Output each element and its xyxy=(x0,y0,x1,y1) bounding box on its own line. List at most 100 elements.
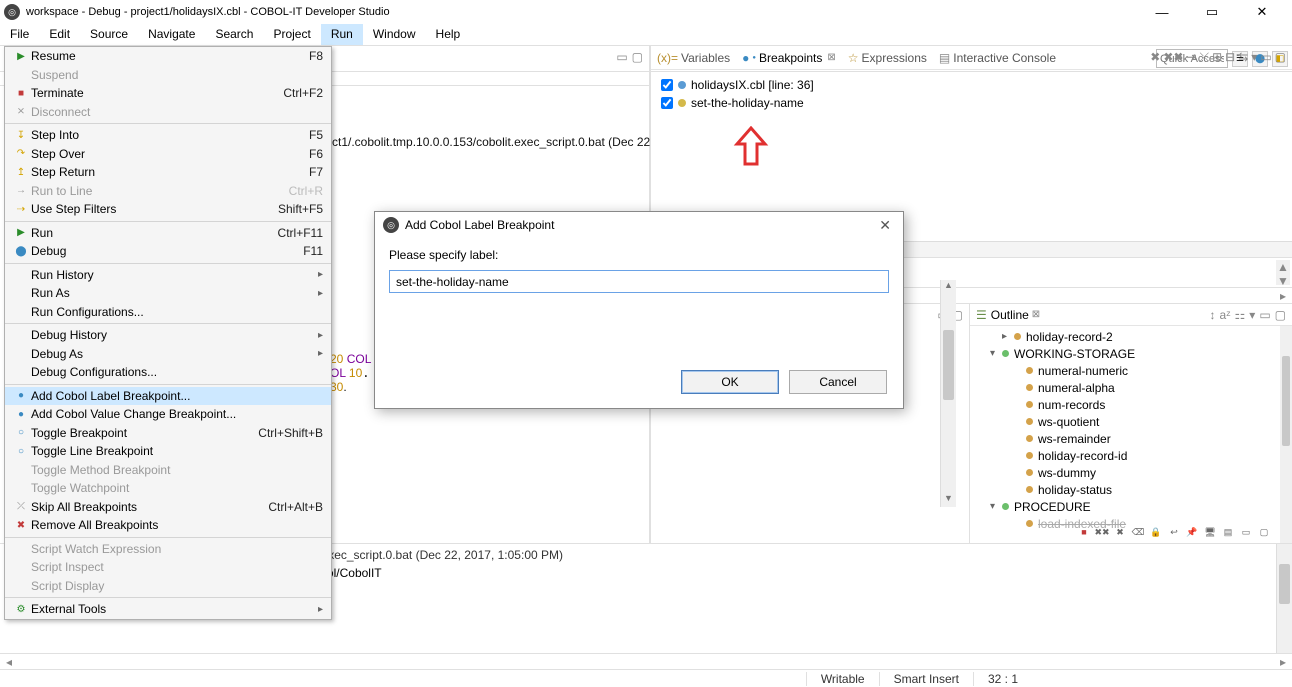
breakpoint-dot-icon xyxy=(678,81,686,89)
bp-skip-icon[interactable]: ⤫ xyxy=(1199,50,1209,65)
breakpoint-item[interactable]: set-the-holiday-name xyxy=(661,94,1282,112)
outline-item[interactable]: ws-remainder xyxy=(970,430,1292,447)
run-menu-item: ⨯Disconnect xyxy=(5,103,331,122)
bp-removeall-icon[interactable]: ✖✖ xyxy=(1163,50,1183,65)
horizontal-scrollbar[interactable]: ◂▸ xyxy=(0,653,1292,669)
outline-item[interactable]: numeral-alpha xyxy=(970,379,1292,396)
console-max-icon[interactable]: ▢ xyxy=(1256,524,1272,540)
console-removeall-icon[interactable]: ✖✖ xyxy=(1094,524,1110,540)
bp-remove-icon[interactable]: ✖ xyxy=(1150,50,1160,65)
breakpoint-label: set-the-holiday-name xyxy=(691,96,804,110)
bp-collapse-icon[interactable]: ⊟ xyxy=(1225,50,1235,65)
tab-breakpoints[interactable]: ●●Breakpoints⊠ xyxy=(742,51,836,65)
run-menu-item[interactable]: Run Configurations... xyxy=(5,303,331,322)
run-menu-item: Toggle Watchpoint xyxy=(5,479,331,498)
dialog-close-button[interactable]: ✕ xyxy=(875,217,895,234)
run-menu-item[interactable]: ⚙External Tools▸ xyxy=(5,600,331,619)
console-clear-icon[interactable]: ⌫ xyxy=(1130,524,1146,540)
console-open-icon[interactable]: ▤ xyxy=(1220,524,1236,540)
console-pin-icon[interactable]: 📌 xyxy=(1184,524,1200,540)
run-menu-item[interactable]: ⬤DebugF11 xyxy=(5,242,331,261)
menu-help[interactable]: Help xyxy=(426,24,471,45)
menu-file[interactable]: File xyxy=(0,24,39,45)
breakpoint-checkbox[interactable] xyxy=(661,79,673,91)
bp-link-icon[interactable]: ⇆ xyxy=(1238,50,1248,65)
console-min-icon[interactable]: ▭ xyxy=(1238,524,1254,540)
console-toolbar: ■ ✖✖ ✖ ⌫ 🔒 ↩ 📌 🖥 ▤ ▭ ▢ xyxy=(1076,524,1272,540)
vertical-scrollbar[interactable]: ▲ ▼ xyxy=(940,280,956,507)
outline-item[interactable]: ▾WORKING-STORAGE xyxy=(970,345,1292,362)
outline-az-icon[interactable]: aᶻ xyxy=(1220,308,1231,322)
run-menu-item[interactable]: ○Toggle Line Breakpoint xyxy=(5,442,331,461)
menu-source[interactable]: Source xyxy=(80,24,138,45)
run-menu-item[interactable]: ✖Remove All Breakpoints xyxy=(5,516,331,535)
run-menu-item[interactable]: ▶RunCtrl+F11 xyxy=(5,224,331,243)
outline-sort-icon[interactable]: ↕ xyxy=(1210,308,1216,322)
outline-item[interactable]: holiday-status xyxy=(970,481,1292,498)
outline-title: Outline xyxy=(991,308,1029,322)
maximize-button[interactable]: ▭ xyxy=(1198,2,1226,22)
outline-item[interactable]: holiday-record-id xyxy=(970,447,1292,464)
menu-search[interactable]: Search xyxy=(205,24,263,45)
minimize-view-icon[interactable]: ▭ xyxy=(616,50,627,64)
maximize-view-icon[interactable]: ▢ xyxy=(632,50,643,64)
run-menu-item[interactable]: ↧Step IntoF5 xyxy=(5,126,331,145)
run-menu-item[interactable]: ▶ResumeF8 xyxy=(5,47,331,66)
console-remove-icon[interactable]: ✖ xyxy=(1112,524,1128,540)
run-menu-item[interactable]: Run History▸ xyxy=(5,266,331,285)
outline-max-icon[interactable]: ▢ xyxy=(1275,308,1286,322)
run-menu-item: Script Inspect xyxy=(5,558,331,577)
menu-run[interactable]: Run xyxy=(321,24,363,45)
run-menu-item[interactable]: ⤫Skip All BreakpointsCtrl+Alt+B xyxy=(5,498,331,517)
run-menu-item[interactable]: ↥Step ReturnF7 xyxy=(5,163,331,182)
run-menu-item[interactable]: ○Toggle BreakpointCtrl+Shift+B xyxy=(5,424,331,443)
run-menu-item[interactable]: ●Add Cobol Value Change Breakpoint... xyxy=(5,405,331,424)
bp-menu-icon[interactable]: ▾ xyxy=(1251,50,1257,65)
outline-menu-icon[interactable]: ▾ xyxy=(1249,308,1255,322)
minimize-button[interactable]: — xyxy=(1148,2,1176,22)
outline-min-icon[interactable]: ▭ xyxy=(1259,308,1270,322)
console-scroll-lock-icon[interactable]: 🔒 xyxy=(1148,524,1164,540)
run-menu-item[interactable]: ⇢Use Step FiltersShift+F5 xyxy=(5,200,331,219)
run-menu-item[interactable]: ●Add Cobol Label Breakpoint... xyxy=(5,387,331,406)
dialog-prompt: Please specify label: xyxy=(389,248,889,262)
menu-navigate[interactable]: Navigate xyxy=(138,24,205,45)
scroll-right-icon[interactable]: ▸ xyxy=(1280,289,1286,303)
run-menu-item[interactable]: Debug Configurations... xyxy=(5,363,331,382)
breakpoint-checkbox[interactable] xyxy=(661,97,673,109)
console-stop-icon[interactable]: ■ xyxy=(1076,524,1092,540)
bp-min-icon[interactable]: ▭ xyxy=(1260,50,1271,65)
bp-expand-icon[interactable]: ⊞ xyxy=(1212,50,1222,65)
tab-interactive-console[interactable]: ▤Interactive Console xyxy=(939,51,1056,65)
outline-item[interactable]: ws-dummy xyxy=(970,464,1292,481)
breakpoint-item[interactable]: holidaysIX.cbl [line: 36] xyxy=(661,76,1282,94)
console-display-icon[interactable]: 🖥 xyxy=(1202,524,1218,540)
menu-project[interactable]: Project xyxy=(263,24,320,45)
label-input[interactable] xyxy=(389,270,889,293)
bp-goto-icon[interactable]: ⇥ xyxy=(1186,50,1196,65)
outline-item[interactable]: numeral-numeric xyxy=(970,362,1292,379)
bp-max-icon[interactable]: ▢ xyxy=(1275,50,1286,65)
outline-filter-icon[interactable]: ⚏ xyxy=(1235,308,1246,322)
outline-icon: ☰ xyxy=(976,308,987,322)
outline-item[interactable]: num-records xyxy=(970,396,1292,413)
tab-expressions[interactable]: ☆Expressions xyxy=(848,51,927,65)
console-wrap-icon[interactable]: ↩ xyxy=(1166,524,1182,540)
cancel-button[interactable]: Cancel xyxy=(789,370,887,394)
debug-tabs: (x)=Variables ●●Breakpoints⊠ ☆Expression… xyxy=(651,46,1292,70)
outline-item[interactable]: ▾PROCEDURE xyxy=(970,498,1292,515)
run-menu-item[interactable]: Run As▸ xyxy=(5,284,331,303)
run-menu-item[interactable]: ■TerminateCtrl+F2 xyxy=(5,84,331,103)
outline-item[interactable]: ▸holiday-record-2 xyxy=(970,328,1292,345)
menubar: File Edit Source Navigate Search Project… xyxy=(0,24,1292,46)
ok-button[interactable]: OK xyxy=(681,370,779,394)
outline-item[interactable]: ws-quotient xyxy=(970,413,1292,430)
run-menu-item[interactable]: ↷Step OverF6 xyxy=(5,145,331,164)
run-menu-item[interactable]: Debug As▸ xyxy=(5,345,331,364)
run-menu-item[interactable]: Debug History▸ xyxy=(5,326,331,345)
menu-edit[interactable]: Edit xyxy=(39,24,80,45)
tab-variables[interactable]: (x)=Variables xyxy=(657,51,730,65)
menu-window[interactable]: Window xyxy=(363,24,426,45)
vertical-scrollbar[interactable] xyxy=(1276,544,1292,653)
close-button[interactable]: ✕ xyxy=(1248,2,1276,22)
